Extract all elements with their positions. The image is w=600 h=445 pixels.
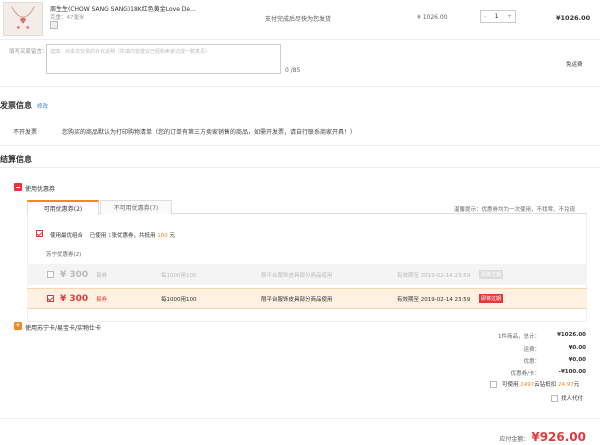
- yunzuan-checkbox[interactable]: [490, 381, 497, 388]
- divider: [0, 145, 600, 146]
- unit-price: ¥ 1026.00: [417, 14, 448, 21]
- coupon-checkbox[interactable]: [47, 271, 54, 278]
- yunzuan-count: 2497: [520, 382, 535, 388]
- yunzuan-unit: 元: [573, 382, 580, 388]
- quantity-value[interactable]: 1: [495, 13, 499, 20]
- coupon-checkbox[interactable]: [47, 295, 54, 302]
- coupon-condition: 每1000用100: [161, 296, 197, 303]
- coupon-type: 易券: [96, 296, 108, 303]
- best-combo-checkbox[interactable]: [36, 230, 43, 237]
- summary-row: 优惠： ¥0.00: [386, 357, 586, 365]
- divider: [0, 167, 600, 168]
- summary-row: 优惠券/卡： -¥100.00: [386, 369, 586, 377]
- summary-label: 优惠：: [523, 359, 540, 365]
- shipping-note: 支付完成后尽快为您发货: [265, 16, 332, 23]
- use-coupon-label[interactable]: 使用优惠券: [25, 184, 55, 193]
- product-badge-icon: [50, 21, 58, 29]
- summary-value: -¥100.00: [558, 369, 586, 375]
- remark-char-count: 0 /85: [285, 67, 301, 74]
- freight-label: 免运费: [566, 62, 583, 68]
- summary-value: ¥0.00: [568, 345, 586, 351]
- remark-input[interactable]: 选填：对本次交易的补充说明（所填内容建议已经和卖家达成一致意见）: [46, 44, 281, 74]
- total-label: 应付金额：: [499, 436, 530, 443]
- tab-unavailable-coupons[interactable]: 不可用优惠券(7): [100, 200, 172, 214]
- proxy-pay-label[interactable]: 找人代付: [561, 394, 583, 402]
- summary-label: 优惠券/卡：: [510, 371, 540, 377]
- coupon-value: ¥ 300: [60, 269, 89, 280]
- expand-icon[interactable]: +: [14, 322, 22, 330]
- summary-value: ¥0.00: [568, 357, 586, 363]
- yunzuan-mid: 云钻抵扣: [534, 382, 557, 388]
- total-amount: 应付金额： ¥926.00: [499, 430, 586, 444]
- collapse-icon[interactable]: [14, 183, 22, 191]
- summary-row: 1件商品，总计： ¥1026.00: [386, 332, 586, 340]
- coupon-row[interactable]: ¥ 300 易券 每1000用100 限平台服饰皮具部分商品使用 有效期至 20…: [27, 288, 587, 309]
- summary-row: 运费： ¥0.00: [386, 345, 586, 353]
- yunzuan-amount: 24.97: [558, 382, 574, 388]
- tab-available-coupons[interactable]: 可用优惠券(2): [27, 200, 99, 215]
- best-combo-text: 使用最优组合 已使用 1张优惠券，共抵用 100 元: [50, 231, 175, 239]
- coupon-row[interactable]: ¥ 300 易券 每1000用100 限平台服饰皮具部分商品使用 有效期至 20…: [27, 264, 587, 285]
- coupon-notice: 温馨提示：优惠劵均为一次使用，不找零、不兑现: [454, 207, 576, 213]
- divider: [0, 418, 600, 419]
- best-combo-label[interactable]: 使用最优组合: [50, 233, 83, 239]
- best-combo-amount: 100: [157, 233, 168, 239]
- summary-value: ¥1026.00: [557, 332, 586, 338]
- best-combo-unit: 元: [169, 233, 176, 239]
- plus-button[interactable]: +: [507, 13, 512, 20]
- product-row: 周生生(CHOW SANG SANG)18K红色黄金Love De... 克重：…: [0, 0, 600, 40]
- coupon-expiring-badge: 即将过期: [479, 270, 504, 279]
- divider: [0, 86, 600, 87]
- best-combo-mid: 张优惠券，共抵用: [111, 233, 156, 239]
- coupon-expiring-badge: 即将过期: [479, 294, 504, 303]
- product-thumbnail[interactable]: [3, 2, 43, 36]
- total-value: ¥926.00: [531, 430, 586, 444]
- coupon-scope: 限平台服饰皮具部分商品使用: [261, 272, 333, 279]
- product-subtotal: ¥1026.00: [556, 14, 591, 22]
- minus-button[interactable]: -: [484, 13, 486, 20]
- product-attribute: 克重：47厘米: [50, 15, 85, 21]
- remark-label: 填写买家留言：: [9, 49, 48, 55]
- settlement-title: 结算信息: [0, 155, 32, 164]
- coupon-scope: 限平台服饰皮具部分商品使用: [261, 296, 333, 303]
- proxy-pay-checkbox[interactable]: [551, 395, 558, 402]
- invoice-type: 不开发票: [13, 129, 38, 136]
- coupon-condition: 每1000用100: [161, 272, 197, 279]
- invoice-title: 发票信息: [0, 101, 32, 110]
- product-name[interactable]: 周生生(CHOW SANG SANG)18K红色黄金Love De...: [50, 4, 196, 13]
- giftcard-label[interactable]: 使用苏宁卡/易宝卡/实物仕卡: [25, 323, 101, 332]
- coupon-type: 易券: [96, 272, 108, 279]
- yunzuan-text: 可使用 2497云钻抵扣 24.97元: [502, 380, 579, 388]
- summary-label: 1件商品，总计：: [498, 334, 540, 340]
- invoice-edit-link[interactable]: 修改: [37, 102, 48, 110]
- coupon-expiry: 有效期至 2019-02-14 23:59: [397, 272, 471, 279]
- summary-label: 运费：: [523, 347, 540, 353]
- coupon-value: ¥ 300: [60, 293, 89, 304]
- coupon-expiry: 有效期至 2019-02-14 23:59: [397, 296, 471, 303]
- yunzuan-pre: 可使用: [502, 382, 519, 388]
- invoice-note: 您购买的商品默认为打印购物清单（您的订单有第三方卖家销售的商品，如需开发票，请自…: [62, 129, 357, 136]
- coupon-category: 苏宁优惠券(2): [46, 252, 82, 258]
- quantity-stepper[interactable]: - 1 +: [480, 10, 516, 23]
- best-combo-pre: 已使用: [89, 233, 107, 239]
